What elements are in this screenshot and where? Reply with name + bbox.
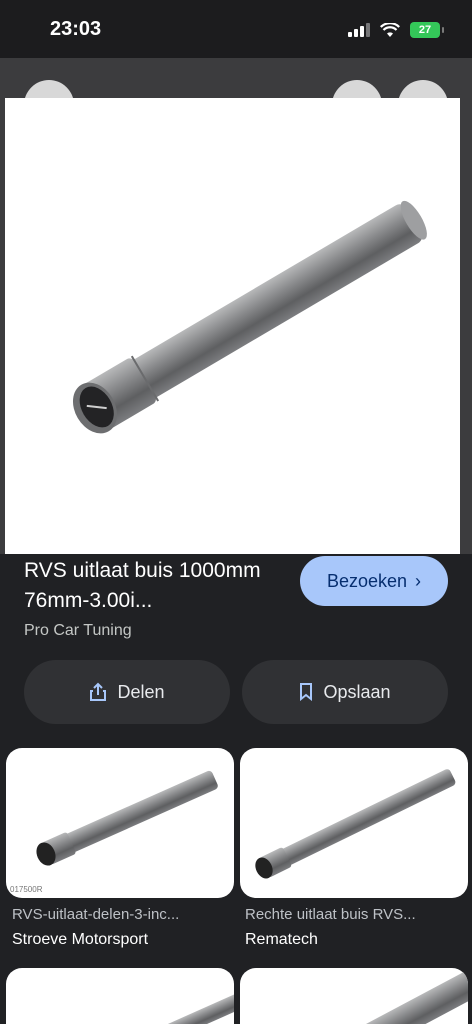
chevron-right-icon: › (415, 570, 422, 591)
exhaust-pipe-thumbnail (355, 968, 468, 1024)
battery-level: 27 (418, 24, 432, 36)
result-source[interactable]: Pro Car Tuning (24, 622, 132, 640)
share-icon (90, 682, 107, 701)
related-image-1[interactable]: 017500R (6, 748, 234, 898)
product-code-label: 017500R (10, 885, 43, 894)
related-caption-2[interactable]: Rechte uitlaat buis RVS... (245, 906, 472, 923)
result-title[interactable]: RVS uitlaat buis 1000mm 76mm-3.00i... (24, 556, 294, 616)
product-image[interactable] (5, 98, 460, 554)
exhaust-pipe-image (72, 200, 427, 434)
related-image-2[interactable] (240, 748, 468, 898)
save-button-label: Opslaan (323, 681, 391, 702)
wifi-icon (380, 22, 400, 37)
bookmark-icon (300, 683, 313, 701)
related-caption-1[interactable]: RVS-uitlaat-delen-3-inc... (12, 906, 240, 923)
status-icons: 27 (348, 22, 444, 38)
related-source-2[interactable]: Rematech (245, 931, 318, 949)
result-info-panel: RVS uitlaat buis 1000mm 76mm-3.00i... Pr… (0, 554, 472, 1024)
share-button-label: Delen (117, 681, 165, 702)
related-source-1[interactable]: Stroeve Motorsport (12, 931, 148, 949)
status-bar: 23:03 27 (0, 0, 472, 58)
cellular-signal-icon (348, 23, 370, 37)
battery-icon: 27 (410, 22, 444, 38)
related-image-4[interactable] (240, 968, 468, 1024)
visit-button-label: Bezoeken (326, 570, 408, 591)
exhaust-pipe-thumbnail (36, 770, 218, 866)
related-image-3[interactable] (6, 968, 234, 1024)
status-time: 23:03 (50, 18, 102, 40)
visit-button[interactable]: Bezoeken › (300, 556, 448, 606)
exhaust-pipe-thumbnail (255, 769, 456, 879)
save-button[interactable]: Opslaan (242, 660, 448, 724)
exhaust-pipe-thumbnail (154, 991, 234, 1024)
share-button[interactable]: Delen (24, 660, 230, 724)
